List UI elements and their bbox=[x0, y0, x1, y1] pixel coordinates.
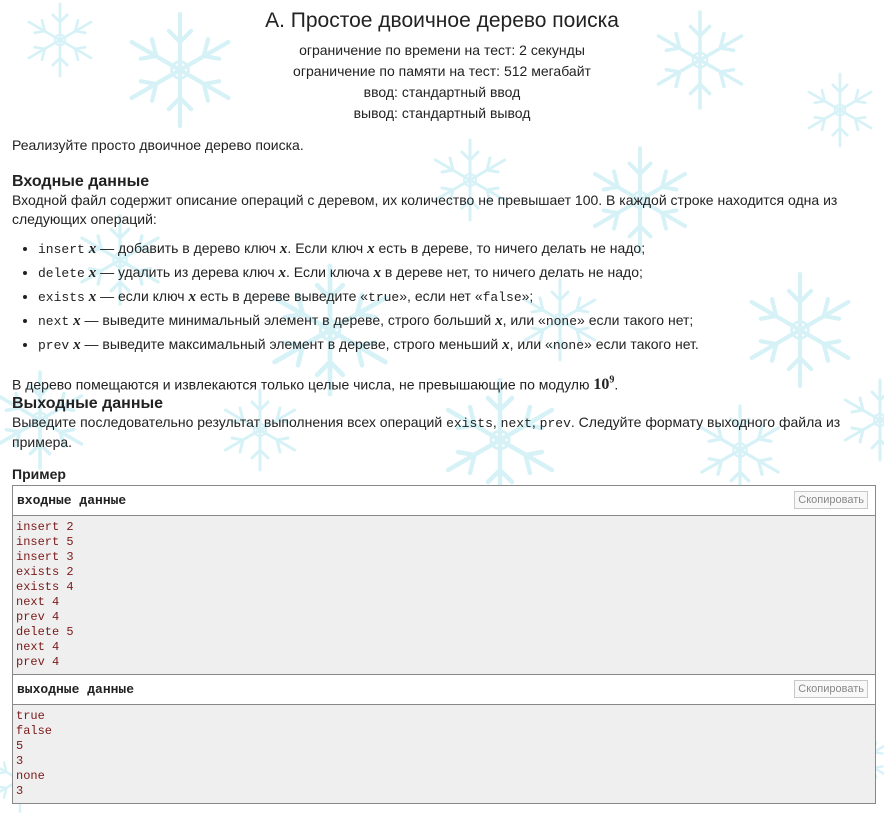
input-line: next 4 bbox=[16, 640, 60, 655]
list-item-next: next x — выведите минимальный элемент в … bbox=[38, 309, 876, 333]
op-literal: none bbox=[545, 314, 578, 329]
input-section-title: Входные данные bbox=[12, 173, 150, 190]
input-line: exists 2 bbox=[16, 565, 74, 580]
output-line: none bbox=[16, 769, 45, 784]
op-variable: x bbox=[73, 337, 81, 353]
op-text: », если нет « bbox=[399, 288, 483, 304]
output-file: вывод: стандартный вывод bbox=[353, 105, 531, 121]
output-separator: , bbox=[531, 414, 540, 431]
input-line: next 4 bbox=[16, 595, 60, 610]
memory-limit: ограничение по памяти на тест: 512 мегаб… bbox=[293, 63, 591, 79]
op-variable: x bbox=[502, 337, 510, 353]
output-command: prev bbox=[539, 416, 571, 432]
op-literal: false bbox=[482, 290, 522, 305]
time-limit: ограничение по времени на тест: 2 секунд… bbox=[299, 42, 585, 58]
operations-list: insert x — добавить в дерево ключ x. Есл… bbox=[12, 237, 876, 357]
range-end: . bbox=[614, 376, 619, 393]
op-text: — добавить в дерево ключ bbox=[96, 240, 280, 256]
output-command: exists bbox=[446, 416, 493, 432]
problem-page: A. Простое двоичное дерево поиска ограни… bbox=[0, 0, 884, 813]
copy-output-button[interactable]: Скопировать bbox=[794, 680, 868, 699]
range-base: 10 bbox=[593, 376, 610, 394]
output-content[interactable]: true false 5 3 none 3 bbox=[13, 705, 875, 804]
range-power: 109 bbox=[593, 375, 614, 394]
op-command: prev bbox=[38, 338, 70, 353]
problem-header: A. Простое двоичное дерево поиска ограни… bbox=[0, 0, 884, 124]
output-line: 3 bbox=[16, 754, 24, 769]
op-text: . Если ключа bbox=[286, 264, 374, 280]
op-text: — выведите минимальный элемент в дереве,… bbox=[80, 312, 496, 328]
op-text: есть в дереве выведите « bbox=[195, 288, 369, 304]
input-section-text: Входной файл содержит описание операций … bbox=[12, 192, 838, 227]
copy-input-button[interactable]: Скопировать bbox=[794, 491, 868, 510]
op-text: , или « bbox=[509, 336, 553, 352]
range-sentence: В дерево помещаются и извлекаются только… bbox=[12, 376, 594, 393]
input-line: prev 4 bbox=[16, 610, 60, 625]
output-line: true bbox=[16, 709, 45, 724]
output-line: false bbox=[16, 724, 53, 739]
input-content[interactable]: insert 2 insert 5 insert 3 exists 2 exists 4… bbox=[13, 516, 875, 676]
op-variable: x bbox=[188, 289, 196, 305]
op-variable: x bbox=[367, 241, 375, 257]
op-text: в дереве нет, то ничего делать не надо; bbox=[380, 264, 643, 280]
output-label: выходные данные bbox=[17, 682, 135, 698]
op-text: — если ключ bbox=[96, 288, 189, 304]
input-line: insert 5 bbox=[16, 535, 74, 550]
input-line: insert 3 bbox=[16, 550, 74, 565]
op-command: insert bbox=[38, 242, 85, 257]
output-separator: , bbox=[492, 414, 501, 431]
input-line: exists 4 bbox=[16, 580, 74, 595]
list-item-exists: exists x — если ключ x есть в дереве выв… bbox=[38, 285, 876, 309]
op-variable: x bbox=[373, 265, 381, 281]
list-item-prev: prev x — выведите максимальный элемент в… bbox=[38, 333, 876, 357]
output-line: 3 bbox=[16, 784, 24, 799]
op-text: » если такого нет. bbox=[584, 336, 699, 352]
legend-text: Реализуйте просто двоичное дерево поиска… bbox=[12, 137, 304, 153]
input-line: delete 5 bbox=[16, 625, 74, 640]
op-command: next bbox=[38, 314, 70, 329]
input-header: входные данные Скопировать bbox=[13, 486, 875, 517]
op-text: — выведите максимальный элемент в дереве… bbox=[80, 336, 503, 352]
op-literal: none bbox=[552, 338, 585, 353]
op-text: . Если ключ bbox=[287, 240, 368, 256]
op-variable: x bbox=[73, 313, 81, 329]
range-text: В дерево помещаются и извлекаются только… bbox=[12, 371, 876, 394]
op-variable: x bbox=[495, 313, 503, 329]
sample-test: входные данные Скопировать insert 2 inser… bbox=[12, 485, 876, 805]
op-text: » если такого нет; bbox=[577, 312, 694, 328]
list-item-insert: insert x — добавить в дерево ключ x. Есл… bbox=[38, 237, 876, 261]
list-item-delete: delete x — удалить из дерева ключ x. Есл… bbox=[38, 261, 876, 285]
op-literal: true bbox=[368, 290, 400, 305]
op-text: — удалить из дерева ключ bbox=[96, 264, 279, 280]
output-section-text: Выведите последовательно результат выпол… bbox=[12, 413, 876, 452]
output-section-title: Выходные данные bbox=[12, 395, 164, 413]
op-command: delete bbox=[38, 266, 85, 281]
input-line: prev 4 bbox=[16, 655, 60, 670]
op-text: , или « bbox=[502, 312, 546, 328]
op-variable: x bbox=[278, 265, 287, 281]
op-command: exists bbox=[38, 290, 85, 305]
output-command: next bbox=[500, 416, 532, 432]
output-header: выходные данные Скопировать bbox=[13, 675, 875, 706]
op-text: есть в дереве, то ничего делать не надо; bbox=[374, 240, 646, 256]
output-line: 5 bbox=[16, 739, 24, 754]
problem-statement: Реализуйте просто двоичное дерево поиска… bbox=[12, 136, 876, 805]
example-title: Пример bbox=[12, 466, 66, 483]
input-line: insert 2 bbox=[16, 520, 74, 535]
output-text: Выведите последовательно результат выпол… bbox=[12, 414, 447, 431]
op-text: »; bbox=[521, 288, 534, 304]
input-file: ввод: стандартный ввод bbox=[363, 84, 521, 100]
input-label: входные данные bbox=[17, 493, 127, 509]
problem-title: A. Простое двоичное дерево поиска bbox=[265, 9, 619, 32]
